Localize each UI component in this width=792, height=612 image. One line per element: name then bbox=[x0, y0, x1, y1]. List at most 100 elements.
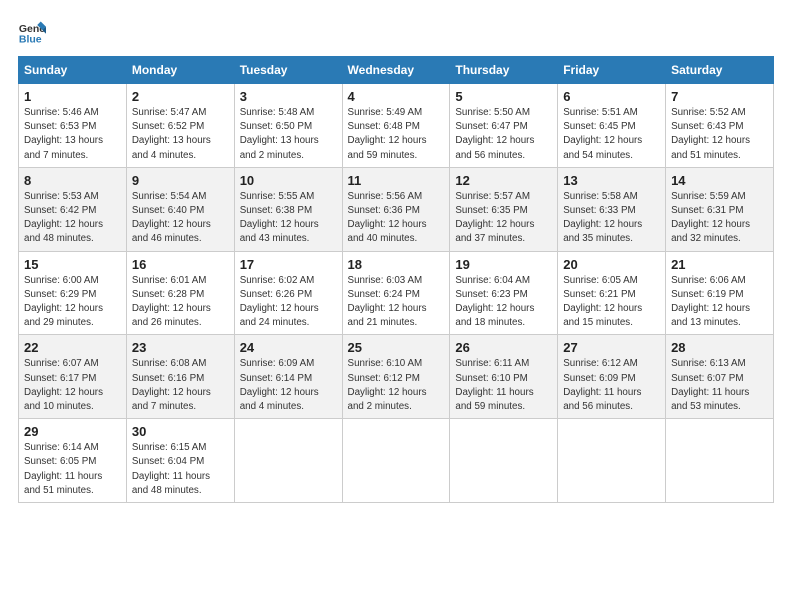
day-detail: Sunrise: 6:14 AM Sunset: 6:05 PM Dayligh… bbox=[24, 441, 121, 498]
day-number: 29 bbox=[24, 424, 121, 439]
day-number: 8 bbox=[24, 173, 121, 188]
day-number: 9 bbox=[132, 173, 229, 188]
week-row-3: 15 Sunrise: 6:00 AM Sunset: 6:29 PM Dayli… bbox=[19, 251, 774, 335]
day-detail: Sunrise: 6:08 AM Sunset: 6:16 PM Dayligh… bbox=[132, 357, 229, 414]
day-number: 27 bbox=[563, 340, 660, 355]
table-row: 29 Sunrise: 6:14 AM Sunset: 6:05 PM Dayli… bbox=[19, 419, 127, 503]
table-row: 19 Sunrise: 6:04 AM Sunset: 6:23 PM Dayli… bbox=[450, 251, 558, 335]
day-number: 28 bbox=[671, 340, 768, 355]
table-row: 5 Sunrise: 5:50 AM Sunset: 6:47 PM Daylig… bbox=[450, 84, 558, 168]
day-number: 5 bbox=[455, 89, 552, 104]
week-row-5: 29 Sunrise: 6:14 AM Sunset: 6:05 PM Dayli… bbox=[19, 419, 774, 503]
table-row: 17 Sunrise: 6:02 AM Sunset: 6:26 PM Dayli… bbox=[234, 251, 342, 335]
day-detail: Sunrise: 5:46 AM Sunset: 6:53 PM Dayligh… bbox=[24, 106, 121, 163]
table-row: 23 Sunrise: 6:08 AM Sunset: 6:16 PM Dayli… bbox=[126, 335, 234, 419]
table-row bbox=[342, 419, 450, 503]
day-number: 17 bbox=[240, 257, 337, 272]
day-detail: Sunrise: 5:58 AM Sunset: 6:33 PM Dayligh… bbox=[563, 190, 660, 247]
day-number: 18 bbox=[348, 257, 445, 272]
day-detail: Sunrise: 5:57 AM Sunset: 6:35 PM Dayligh… bbox=[455, 190, 552, 247]
day-number: 10 bbox=[240, 173, 337, 188]
day-number: 23 bbox=[132, 340, 229, 355]
day-detail: Sunrise: 6:00 AM Sunset: 6:29 PM Dayligh… bbox=[24, 274, 121, 331]
day-number: 11 bbox=[348, 173, 445, 188]
day-number: 30 bbox=[132, 424, 229, 439]
weekday-header-wednesday: Wednesday bbox=[342, 57, 450, 84]
table-row: 3Sunrise: 5:48 AM Sunset: 6:50 PM Daylig… bbox=[234, 84, 342, 168]
calendar-table: SundayMondayTuesdayWednesdayThursdayFrid… bbox=[18, 56, 774, 503]
table-row bbox=[450, 419, 558, 503]
week-row-2: 8 Sunrise: 5:53 AM Sunset: 6:42 PM Daylig… bbox=[19, 167, 774, 251]
table-row: 4 Sunrise: 5:49 AM Sunset: 6:48 PM Daylig… bbox=[342, 84, 450, 168]
weekday-header-monday: Monday bbox=[126, 57, 234, 84]
day-number: 22 bbox=[24, 340, 121, 355]
day-detail: Sunrise: 6:10 AM Sunset: 6:12 PM Dayligh… bbox=[348, 357, 445, 414]
weekday-header-friday: Friday bbox=[558, 57, 666, 84]
day-number: 7 bbox=[671, 89, 768, 104]
day-number: 21 bbox=[671, 257, 768, 272]
day-detail: Sunrise: 6:11 AM Sunset: 6:10 PM Dayligh… bbox=[455, 357, 552, 414]
day-number: 12 bbox=[455, 173, 552, 188]
day-number: 15 bbox=[24, 257, 121, 272]
day-number: 4 bbox=[348, 89, 445, 104]
table-row: 14 Sunrise: 5:59 AM Sunset: 6:31 PM Dayli… bbox=[666, 167, 774, 251]
day-detail: Sunrise: 6:03 AM Sunset: 6:24 PM Dayligh… bbox=[348, 274, 445, 331]
day-detail: Sunrise: 5:59 AM Sunset: 6:31 PM Dayligh… bbox=[671, 190, 768, 247]
week-row-1: 1 Sunrise: 5:46 AM Sunset: 6:53 PM Daylig… bbox=[19, 84, 774, 168]
table-row: 1 Sunrise: 5:46 AM Sunset: 6:53 PM Daylig… bbox=[19, 84, 127, 168]
day-number: 19 bbox=[455, 257, 552, 272]
table-row: 26 Sunrise: 6:11 AM Sunset: 6:10 PM Dayli… bbox=[450, 335, 558, 419]
day-detail: Sunrise: 5:50 AM Sunset: 6:47 PM Dayligh… bbox=[455, 106, 552, 163]
table-row: 6Sunrise: 5:51 AM Sunset: 6:45 PM Daylig… bbox=[558, 84, 666, 168]
table-row: 25Sunrise: 6:10 AM Sunset: 6:12 PM Dayli… bbox=[342, 335, 450, 419]
day-detail: Sunrise: 5:48 AM Sunset: 6:50 PM Dayligh… bbox=[240, 106, 337, 163]
svg-text:Blue: Blue bbox=[19, 34, 42, 46]
table-row: 21 Sunrise: 6:06 AM Sunset: 6:19 PM Dayli… bbox=[666, 251, 774, 335]
header: General Blue bbox=[18, 18, 774, 46]
day-number: 24 bbox=[240, 340, 337, 355]
table-row: 22 Sunrise: 6:07 AM Sunset: 6:17 PM Dayli… bbox=[19, 335, 127, 419]
weekday-header-thursday: Thursday bbox=[450, 57, 558, 84]
day-detail: Sunrise: 5:56 AM Sunset: 6:36 PM Dayligh… bbox=[348, 190, 445, 247]
table-row: 9 Sunrise: 5:54 AM Sunset: 6:40 PM Daylig… bbox=[126, 167, 234, 251]
day-number: 14 bbox=[671, 173, 768, 188]
day-detail: Sunrise: 5:51 AM Sunset: 6:45 PM Dayligh… bbox=[563, 106, 660, 163]
weekday-header-tuesday: Tuesday bbox=[234, 57, 342, 84]
table-row: 15 Sunrise: 6:00 AM Sunset: 6:29 PM Dayli… bbox=[19, 251, 127, 335]
table-row: 16Sunrise: 6:01 AM Sunset: 6:28 PM Dayli… bbox=[126, 251, 234, 335]
table-row: 13 Sunrise: 5:58 AM Sunset: 6:33 PM Dayli… bbox=[558, 167, 666, 251]
day-detail: Sunrise: 6:07 AM Sunset: 6:17 PM Dayligh… bbox=[24, 357, 121, 414]
day-detail: Sunrise: 5:52 AM Sunset: 6:43 PM Dayligh… bbox=[671, 106, 768, 163]
day-number: 26 bbox=[455, 340, 552, 355]
logo-icon: General Blue bbox=[18, 18, 46, 46]
day-detail: Sunrise: 6:06 AM Sunset: 6:19 PM Dayligh… bbox=[671, 274, 768, 331]
day-number: 1 bbox=[24, 89, 121, 104]
day-detail: Sunrise: 6:01 AM Sunset: 6:28 PM Dayligh… bbox=[132, 274, 229, 331]
day-number: 20 bbox=[563, 257, 660, 272]
day-detail: Sunrise: 5:55 AM Sunset: 6:38 PM Dayligh… bbox=[240, 190, 337, 247]
table-row: 11 Sunrise: 5:56 AM Sunset: 6:36 PM Dayli… bbox=[342, 167, 450, 251]
weekday-header-sunday: Sunday bbox=[19, 57, 127, 84]
table-row: 7 Sunrise: 5:52 AM Sunset: 6:43 PM Daylig… bbox=[666, 84, 774, 168]
table-row: 28Sunrise: 6:13 AM Sunset: 6:07 PM Dayli… bbox=[666, 335, 774, 419]
table-row bbox=[234, 419, 342, 503]
day-detail: Sunrise: 5:49 AM Sunset: 6:48 PM Dayligh… bbox=[348, 106, 445, 163]
day-detail: Sunrise: 6:02 AM Sunset: 6:26 PM Dayligh… bbox=[240, 274, 337, 331]
table-row: 12 Sunrise: 5:57 AM Sunset: 6:35 PM Dayli… bbox=[450, 167, 558, 251]
day-detail: Sunrise: 6:12 AM Sunset: 6:09 PM Dayligh… bbox=[563, 357, 660, 414]
table-row: 8 Sunrise: 5:53 AM Sunset: 6:42 PM Daylig… bbox=[19, 167, 127, 251]
day-number: 13 bbox=[563, 173, 660, 188]
table-row: 2Sunrise: 5:47 AM Sunset: 6:52 PM Daylig… bbox=[126, 84, 234, 168]
logo: General Blue bbox=[18, 18, 46, 46]
table-row: 30Sunrise: 6:15 AM Sunset: 6:04 PM Dayli… bbox=[126, 419, 234, 503]
day-detail: Sunrise: 5:53 AM Sunset: 6:42 PM Dayligh… bbox=[24, 190, 121, 247]
weekday-header-saturday: Saturday bbox=[666, 57, 774, 84]
day-number: 2 bbox=[132, 89, 229, 104]
table-row bbox=[558, 419, 666, 503]
table-row: 24 Sunrise: 6:09 AM Sunset: 6:14 PM Dayli… bbox=[234, 335, 342, 419]
day-detail: Sunrise: 6:09 AM Sunset: 6:14 PM Dayligh… bbox=[240, 357, 337, 414]
week-row-4: 22 Sunrise: 6:07 AM Sunset: 6:17 PM Dayli… bbox=[19, 335, 774, 419]
day-detail: Sunrise: 6:04 AM Sunset: 6:23 PM Dayligh… bbox=[455, 274, 552, 331]
day-detail: Sunrise: 5:54 AM Sunset: 6:40 PM Dayligh… bbox=[132, 190, 229, 247]
table-row: 20Sunrise: 6:05 AM Sunset: 6:21 PM Dayli… bbox=[558, 251, 666, 335]
